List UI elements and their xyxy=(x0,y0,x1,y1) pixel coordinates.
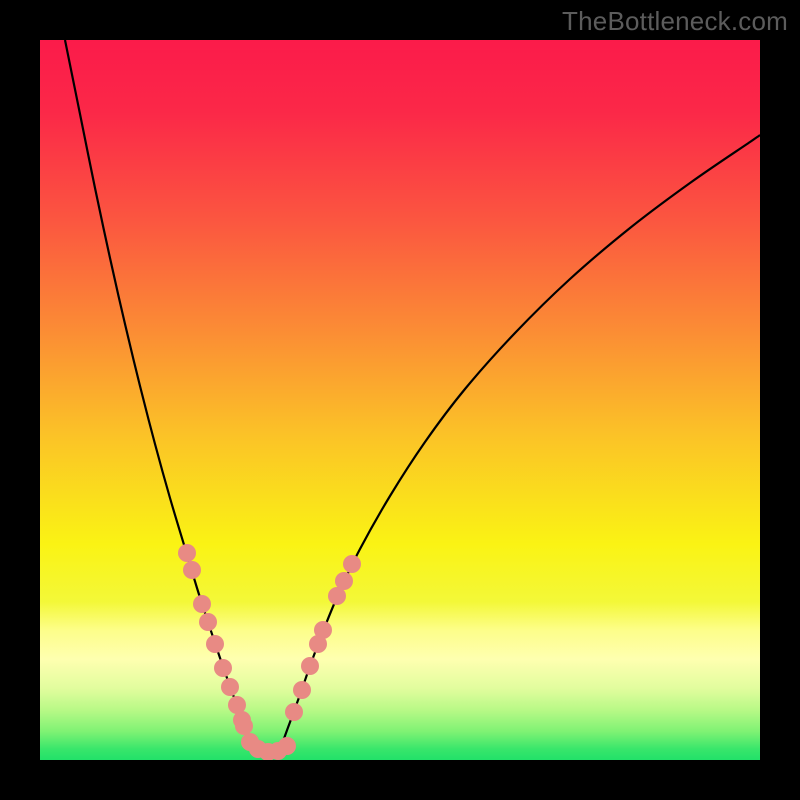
curve-markers xyxy=(178,544,361,760)
data-marker xyxy=(235,717,253,735)
data-marker xyxy=(285,703,303,721)
bottleneck-curves xyxy=(40,40,760,760)
data-marker xyxy=(301,657,319,675)
plot-area xyxy=(40,40,760,760)
watermark-text: TheBottleneck.com xyxy=(562,6,788,37)
data-marker xyxy=(293,681,311,699)
left-curve xyxy=(65,40,255,750)
data-marker xyxy=(314,621,332,639)
data-marker xyxy=(206,635,224,653)
data-marker xyxy=(335,572,353,590)
data-marker xyxy=(199,613,217,631)
data-marker xyxy=(278,737,296,755)
data-marker xyxy=(214,659,232,677)
data-marker xyxy=(343,555,361,573)
right-curve xyxy=(280,135,760,750)
data-marker xyxy=(221,678,239,696)
chart-frame: TheBottleneck.com xyxy=(0,0,800,800)
data-marker xyxy=(193,595,211,613)
data-marker xyxy=(183,561,201,579)
data-marker xyxy=(178,544,196,562)
